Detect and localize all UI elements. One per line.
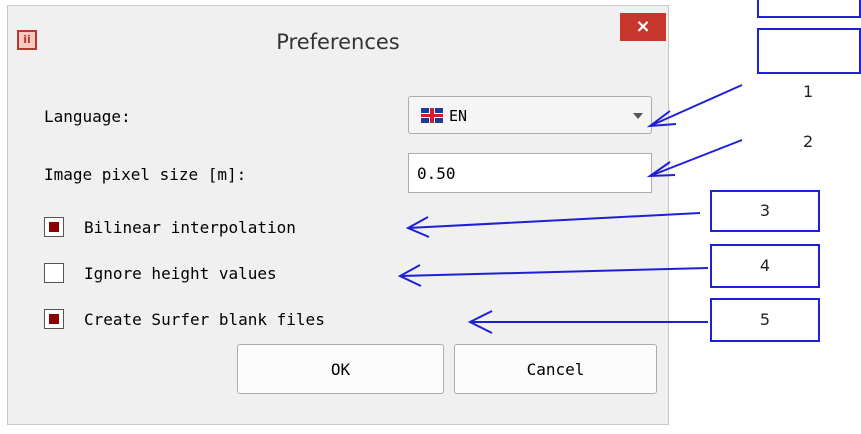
annotation-label-3: 3 [710,190,820,232]
annotation-label-4: 4 [710,244,820,288]
annotation-label-5: 5 [710,298,820,342]
annotation-label-2: 2 [803,132,814,151]
annotation-label-1: 1 [803,82,814,101]
annotation-box-blank [757,28,861,74]
annotation-box-top [757,0,861,18]
